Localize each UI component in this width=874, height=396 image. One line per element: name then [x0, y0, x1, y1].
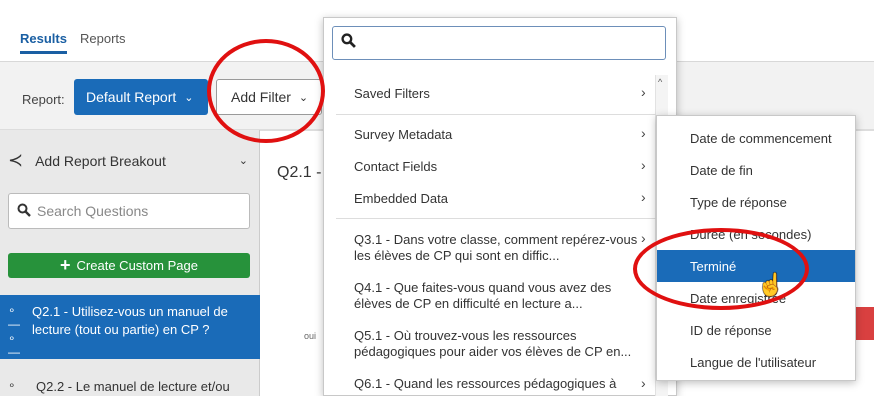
- chart-bar: [855, 307, 874, 340]
- create-custom-page-button[interactable]: + Create Custom Page: [8, 253, 250, 278]
- menu-item-question[interactable]: Q6.1 - Quand les ressources pédagogiques…: [354, 376, 639, 392]
- submenu-item[interactable]: ID de réponse: [657, 314, 855, 346]
- sidebar-question-q2-1[interactable]: ∘— ∘— Q2.1 - Utilisez-vous un manuel de l…: [0, 295, 260, 359]
- submenu-item[interactable]: Date de fin: [657, 154, 855, 186]
- question-title: Q2.1 -: [277, 164, 322, 181]
- submenu-item[interactable]: Langue de l'utilisateur: [657, 346, 855, 378]
- sidebar-question-q2-2[interactable]: ∘— Q2.2 - Le manuel de lecture et/ou: [0, 370, 260, 396]
- chevron-down-icon: ⌄: [184, 91, 194, 104]
- menu-divider: [336, 218, 656, 219]
- add-report-breakout-button[interactable]: ≺ Add Report Breakout ⌄: [8, 150, 248, 171]
- breakout-icon: ≺: [8, 150, 24, 170]
- chevron-right-icon: ›: [641, 125, 646, 141]
- menu-item-question[interactable]: Q3.1 - Dans votre classe, comment repére…: [354, 232, 639, 264]
- chevron-right-icon: ›: [641, 157, 646, 173]
- submenu-item[interactable]: Durée (en secondes): [657, 218, 855, 250]
- add-filter-label: Add Filter: [231, 89, 291, 105]
- plus-icon: +: [60, 255, 71, 275]
- tab-results[interactable]: Results: [20, 31, 67, 54]
- create-custom-page-label: Create Custom Page: [76, 258, 198, 273]
- filter-search-input[interactable]: [332, 26, 666, 60]
- default-report-label: Default Report: [86, 89, 177, 105]
- add-filter-button[interactable]: Add Filter ⌄: [216, 79, 322, 115]
- chevron-right-icon: ›: [641, 230, 646, 246]
- menu-item-question[interactable]: Q4.1 - Que faites-vous quand vous avez d…: [354, 280, 624, 312]
- chevron-right-icon: ›: [641, 375, 646, 391]
- chevron-right-icon: ›: [641, 84, 646, 100]
- tab-reports[interactable]: Reports: [80, 31, 126, 46]
- submenu-item-active[interactable]: Terminé: [657, 250, 855, 282]
- breakout-label: Add Report Breakout: [35, 152, 166, 169]
- menu-item-survey-metadata[interactable]: Survey Metadata: [354, 127, 654, 143]
- submenu-item[interactable]: Type de réponse: [657, 186, 855, 218]
- sidebar-question-text: Q2.1 - Utilisez-vous un manuel de lectur…: [32, 304, 228, 337]
- chevron-down-icon: ⌄: [238, 155, 248, 167]
- sidebar-question-text: Q2.2 - Le manuel de lecture et/ou: [36, 379, 230, 394]
- question-list-icon: ∘— ∘—: [8, 303, 20, 359]
- search-questions-input[interactable]: Search Questions: [8, 193, 250, 229]
- chevron-right-icon: ›: [641, 189, 646, 205]
- chevron-down-icon: ⌄: [298, 91, 309, 104]
- submenu-item[interactable]: Date de commencement: [657, 122, 855, 154]
- report-label: Report:: [22, 92, 65, 107]
- menu-item-question[interactable]: Q5.1 - Où trouvez-vous les ressources pé…: [354, 328, 639, 360]
- submenu-item[interactable]: Date enregistrée: [657, 282, 855, 314]
- menu-item-embedded-data[interactable]: Embedded Data: [354, 191, 654, 207]
- chart-label-oui: oui: [304, 331, 317, 341]
- search-questions-placeholder: Search Questions: [37, 203, 149, 219]
- menu-divider: [336, 114, 656, 115]
- menu-item-contact-fields[interactable]: Contact Fields: [354, 159, 654, 175]
- hand-cursor-icon: ☝: [757, 272, 785, 297]
- scroll-up-icon: ^: [658, 77, 663, 87]
- question-list-icon: ∘—: [8, 378, 20, 396]
- menu-item-saved-filters[interactable]: Saved Filters: [354, 86, 654, 102]
- search-icon: [341, 33, 356, 53]
- search-icon: [17, 203, 31, 220]
- default-report-button[interactable]: Default Report ⌄: [74, 79, 208, 115]
